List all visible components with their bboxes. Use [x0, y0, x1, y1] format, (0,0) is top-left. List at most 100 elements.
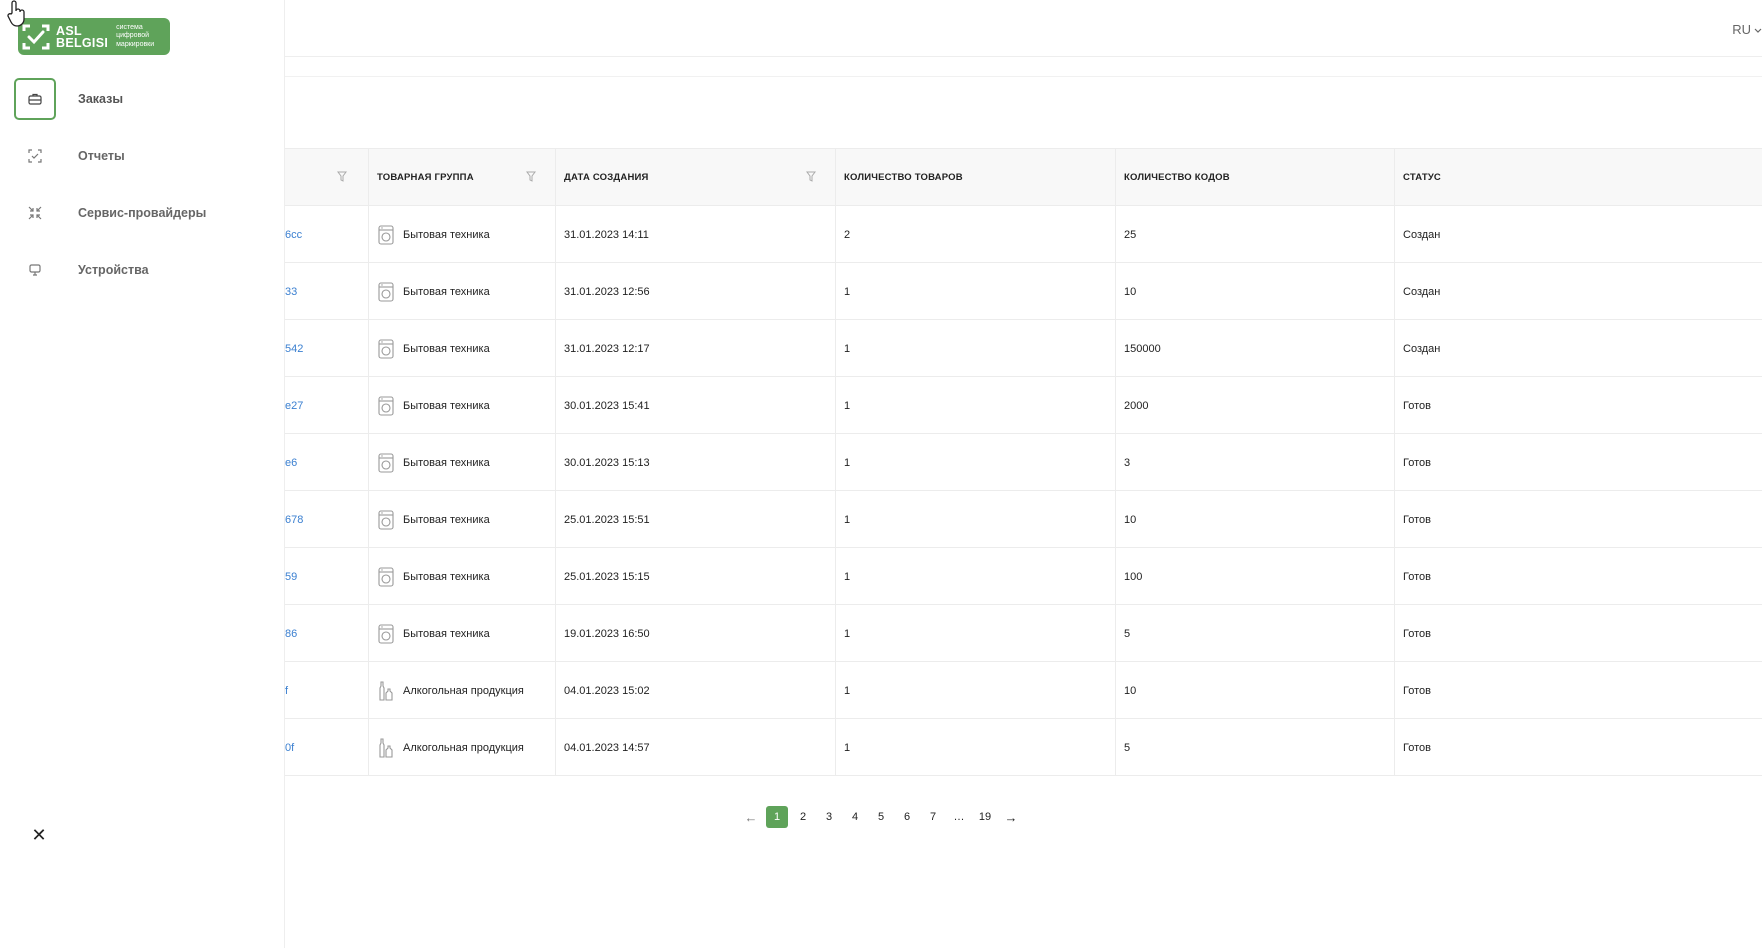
sidebar-item-devices[interactable]: Устройства [0, 249, 285, 306]
logo-tagline-line2: цифровой [116, 32, 150, 40]
sidebar-item-label: Устройства [78, 263, 149, 277]
order-id-link[interactable]: 59 [285, 548, 368, 605]
product-group-cell: Бытовая техника [368, 548, 555, 605]
product-group-cell: Бытовая техника [368, 320, 555, 377]
status-cell: Готов [1394, 434, 1762, 491]
page-button-2[interactable]: 2 [792, 806, 814, 828]
order-id-link[interactable]: 678 [285, 491, 368, 548]
logo-tagline: система цифровой маркировки [116, 24, 154, 50]
order-id-link[interactable]: 0f [285, 719, 368, 776]
filter-icon[interactable] [337, 171, 347, 185]
table-row[interactable]: e6 Бытовая техника 30.01.2023 15:13 1 3 … [285, 434, 1762, 491]
status-cell: Создан [1394, 320, 1762, 377]
prev-page-button[interactable]: ← [740, 806, 762, 828]
sidebar-item-reports[interactable]: Отчеты [0, 135, 285, 192]
sidebar-item-label: Сервис-провайдеры [78, 206, 207, 220]
codes-count-cell: 10 [1115, 662, 1394, 719]
bottles-icon [377, 737, 395, 759]
order-id-link[interactable]: e6 [285, 434, 368, 491]
table-row[interactable]: f Алкогольная продукция 04.01.2023 15:02… [285, 662, 1762, 719]
codes-count-cell: 100 [1115, 548, 1394, 605]
page-button-4[interactable]: 4 [844, 806, 866, 828]
items-count-cell: 1 [835, 320, 1115, 377]
product-group-label: Бытовая техника [403, 285, 490, 298]
order-id-link[interactable]: 6cc [285, 206, 368, 263]
product-group-label: Бытовая техника [403, 513, 490, 526]
hand-cursor-icon [6, 0, 28, 33]
product-group-cell: Бытовая техника [368, 377, 555, 434]
created-date-cell: 19.01.2023 16:50 [555, 605, 835, 662]
logo[interactable]: ASL BELGISI система цифровой маркировки [18, 18, 170, 55]
product-group-label: Бытовая техника [403, 570, 490, 583]
product-group-cell: Алкогольная продукция [368, 662, 555, 719]
sidebar: ASL BELGISI система цифровой маркировки … [0, 0, 285, 948]
appliance-icon [377, 452, 395, 474]
appliance-icon [377, 566, 395, 588]
sidebar-item-orders[interactable]: Заказы [0, 78, 285, 135]
created-date-cell: 31.01.2023 12:56 [555, 263, 835, 320]
filter-icon[interactable] [806, 171, 816, 185]
page-button-7[interactable]: 7 [922, 806, 944, 828]
page-button-6[interactable]: 6 [896, 806, 918, 828]
created-date-cell: 04.01.2023 14:57 [555, 719, 835, 776]
created-date-cell: 31.01.2023 12:17 [555, 320, 835, 377]
column-header-status[interactable]: СТАТУС [1394, 149, 1762, 206]
table-row[interactable]: 0f Алкогольная продукция 04.01.2023 14:5… [285, 719, 1762, 776]
codes-count-cell: 150000 [1115, 320, 1394, 377]
order-id-link[interactable]: e27 [285, 377, 368, 434]
column-header-items-count[interactable]: КОЛИЧЕСТВО ТОВАРОВ [835, 149, 1115, 206]
table-row[interactable]: 86 Бытовая техника 19.01.2023 16:50 1 5 … [285, 605, 1762, 662]
language-selector[interactable]: RU [1732, 22, 1762, 37]
created-date-cell: 31.01.2023 14:11 [555, 206, 835, 263]
bottles-icon [377, 680, 395, 702]
top-bar: RU [285, 0, 1762, 57]
close-sidebar-button[interactable]: ✕ [31, 826, 47, 844]
table-row[interactable]: 678 Бытовая техника 25.01.2023 15:51 1 1… [285, 491, 1762, 548]
column-header-label: ТОВАРНАЯ ГРУППА [377, 172, 474, 183]
logo-tagline-line1: система [116, 23, 143, 31]
column-header-label: КОЛИЧЕСТВО КОДОВ [1124, 172, 1230, 183]
page-button-3[interactable]: 3 [818, 806, 840, 828]
language-label: RU [1732, 22, 1751, 37]
app-window: ASL BELGISI система цифровой маркировки … [0, 0, 1762, 948]
table-row[interactable]: 6cc Бытовая техника 31.01.2023 14:11 2 2… [285, 206, 1762, 263]
product-group-cell: Бытовая техника [368, 491, 555, 548]
page-button-5[interactable]: 5 [870, 806, 892, 828]
next-page-button[interactable]: → [1000, 806, 1022, 828]
report-icon [14, 135, 56, 177]
column-header-id[interactable] [285, 149, 368, 206]
product-group-label: Алкогольная продукция [403, 741, 524, 754]
filter-icon[interactable] [526, 171, 536, 185]
status-cell: Готов [1394, 548, 1762, 605]
order-id-link[interactable]: 86 [285, 605, 368, 662]
column-header-codes-count[interactable]: КОЛИЧЕСТВО КОДОВ [1115, 149, 1394, 206]
page-button-1[interactable]: 1 [766, 806, 788, 828]
page-button-19[interactable]: 19 [974, 806, 996, 828]
created-date-cell: 25.01.2023 15:15 [555, 548, 835, 605]
table-row[interactable]: e27 Бытовая техника 30.01.2023 15:41 1 2… [285, 377, 1762, 434]
codes-count-cell: 5 [1115, 605, 1394, 662]
status-cell: Создан [1394, 206, 1762, 263]
sidebar-item-service-providers[interactable]: Сервис-провайдеры [0, 192, 285, 249]
product-group-label: Бытовая техника [403, 456, 490, 469]
items-count-cell: 1 [835, 434, 1115, 491]
product-group-label: Бытовая техника [403, 342, 490, 355]
order-id-link[interactable]: 542 [285, 320, 368, 377]
logo-brand: ASL BELGISI [56, 24, 108, 49]
status-cell: Готов [1394, 719, 1762, 776]
column-header-label: КОЛИЧЕСТВО ТОВАРОВ [844, 172, 963, 183]
table-row[interactable]: 59 Бытовая техника 25.01.2023 15:15 1 10… [285, 548, 1762, 605]
table-row[interactable]: 542 Бытовая техника 31.01.2023 12:17 1 1… [285, 320, 1762, 377]
created-date-cell: 04.01.2023 15:02 [555, 662, 835, 719]
status-cell: Готов [1394, 662, 1762, 719]
order-id-link[interactable]: f [285, 662, 368, 719]
order-id-link[interactable]: 33 [285, 263, 368, 320]
column-header-created-date[interactable]: ДАТА СОЗДАНИЯ [555, 149, 835, 206]
column-header-product-group[interactable]: ТОВАРНАЯ ГРУППА [368, 149, 555, 206]
product-group-cell: Бытовая техника [368, 263, 555, 320]
logo-tagline-line3: маркировки [116, 40, 155, 48]
product-group-cell: Бытовая техника [368, 605, 555, 662]
chevron-down-icon [1754, 22, 1762, 37]
product-group-label: Бытовая техника [403, 228, 490, 241]
table-row[interactable]: 33 Бытовая техника 31.01.2023 12:56 1 10… [285, 263, 1762, 320]
